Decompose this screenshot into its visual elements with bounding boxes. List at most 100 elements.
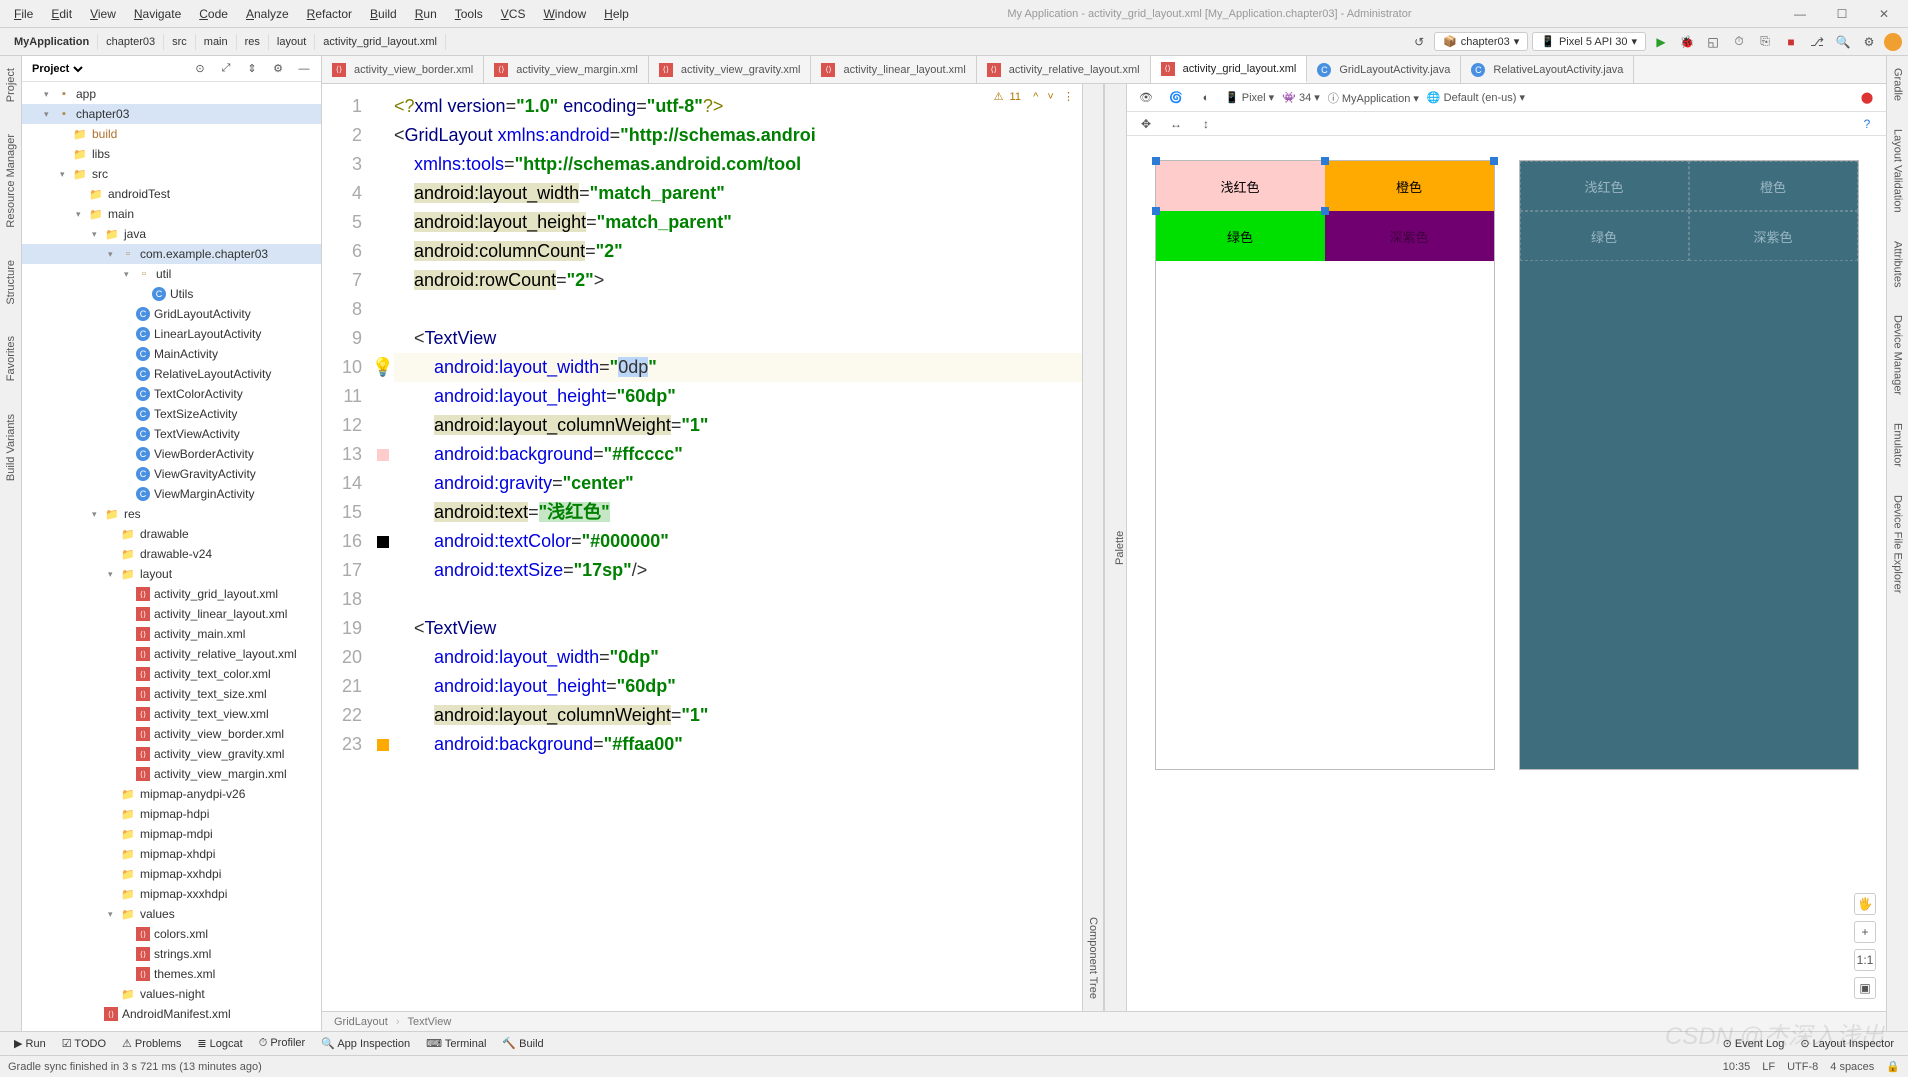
- bottom-tab-todo[interactable]: ☑ TODO: [54, 1035, 114, 1052]
- preview-cell[interactable]: 绿色: [1156, 211, 1325, 261]
- editor-tab[interactable]: ⟨⟩activity_view_border.xml: [322, 56, 484, 83]
- zoom-reset-button[interactable]: 1:1: [1854, 949, 1876, 971]
- bottom-tab-build[interactable]: 🔨 Build: [494, 1035, 551, 1052]
- tree-node[interactable]: ▾📁java: [22, 224, 321, 244]
- avatar-icon[interactable]: [1884, 33, 1902, 51]
- editor-tab[interactable]: CGridLayoutActivity.java: [1307, 56, 1461, 83]
- gear-icon[interactable]: ⚙: [267, 58, 289, 80]
- menu-vcs[interactable]: VCS: [493, 5, 534, 23]
- code-editor[interactable]: 1234567891011121314151617181920212223 💡 …: [322, 84, 1082, 1011]
- run-config-combo[interactable]: 📦 chapter03 ▾: [1434, 32, 1528, 51]
- close-button[interactable]: ✕: [1866, 2, 1902, 26]
- breadcrumb-item[interactable]: activity_grid_layout.xml: [315, 34, 446, 50]
- minimize-button[interactable]: —: [1782, 2, 1818, 26]
- tree-node[interactable]: ▾📁main: [22, 204, 321, 224]
- sync-icon[interactable]: ↺: [1408, 31, 1430, 53]
- editor-tab[interactable]: ⟨⟩activity_relative_layout.xml: [977, 56, 1151, 83]
- tree-node[interactable]: ⟨⟩activity_text_view.xml: [22, 704, 321, 724]
- pan-icon[interactable]: ✥: [1135, 113, 1157, 135]
- expand-icon[interactable]: ⤢: [215, 58, 237, 80]
- design-canvas[interactable]: 浅红色橙色绿色深紫色 浅红色橙色绿色深紫色: [1127, 136, 1886, 1011]
- menu-run[interactable]: Run: [407, 5, 445, 23]
- inspection-summary[interactable]: ⚠ 11 ^ ˅ ⋮: [994, 90, 1074, 103]
- menu-code[interactable]: Code: [191, 5, 236, 23]
- tree-node[interactable]: ⟨⟩themes.xml: [22, 964, 321, 984]
- menu-edit[interactable]: Edit: [43, 5, 80, 23]
- tree-node[interactable]: 📁mipmap-xxxhdpi: [22, 884, 321, 904]
- right-stripe-gradle[interactable]: Gradle: [1890, 62, 1906, 107]
- tree-node[interactable]: ▾▫util: [22, 264, 321, 284]
- bottom-tab-terminal[interactable]: ⌨ Terminal: [418, 1035, 494, 1052]
- breadcrumb-item[interactable]: res: [237, 34, 269, 50]
- menu-file[interactable]: File: [6, 5, 41, 23]
- tree-node[interactable]: CViewBorderActivity: [22, 444, 321, 464]
- tree-node[interactable]: ⟨⟩activity_text_color.xml: [22, 664, 321, 684]
- hide-icon[interactable]: —: [293, 58, 315, 80]
- settings-icon[interactable]: ⚙: [1858, 31, 1880, 53]
- tree-node[interactable]: ⟨⟩activity_text_size.xml: [22, 684, 321, 704]
- left-stripe-project[interactable]: Project: [3, 62, 19, 108]
- eye-icon[interactable]: 👁: [1135, 87, 1157, 109]
- editor-tab[interactable]: CRelativeLayoutActivity.java: [1461, 56, 1634, 83]
- collapse-icon[interactable]: ⇕: [241, 58, 263, 80]
- tree-node[interactable]: ▾▪chapter03: [22, 104, 321, 124]
- breadcrumb-item[interactable]: MyApplication: [6, 34, 98, 50]
- tree-node[interactable]: CTextSizeActivity: [22, 404, 321, 424]
- preview-cell[interactable]: 橙色: [1689, 161, 1858, 211]
- breadcrumb-item[interactable]: src: [164, 34, 196, 50]
- night-icon[interactable]: ◐: [1195, 87, 1217, 109]
- blueprint-device[interactable]: 浅红色橙色绿色深紫色: [1519, 160, 1859, 770]
- menu-help[interactable]: Help: [596, 5, 637, 23]
- profile-button[interactable]: ⏱: [1728, 31, 1750, 53]
- tree-node[interactable]: ▾📁src: [22, 164, 321, 184]
- editor-breadcrumb-item[interactable]: GridLayout: [334, 1016, 388, 1028]
- tree-node[interactable]: CViewGravityActivity: [22, 464, 321, 484]
- tree-node[interactable]: ⟨⟩activity_view_gravity.xml: [22, 744, 321, 764]
- bottom-tab-event-log[interactable]: ⊙ Event Log: [1715, 1035, 1793, 1052]
- tree-node[interactable]: ⟨⟩strings.xml: [22, 944, 321, 964]
- tree-node[interactable]: 📁build: [22, 124, 321, 144]
- tree-node[interactable]: ▾📁res: [22, 504, 321, 524]
- tree-node[interactable]: 📁values-night: [22, 984, 321, 1004]
- breadcrumb-item[interactable]: layout: [269, 34, 315, 50]
- locate-icon[interactable]: ⊙: [189, 58, 211, 80]
- tree-node[interactable]: CGridLayoutActivity: [22, 304, 321, 324]
- run-button[interactable]: ▶: [1650, 31, 1672, 53]
- zoom-in-button[interactable]: +: [1854, 921, 1876, 943]
- tree-node[interactable]: ⟨⟩colors.xml: [22, 924, 321, 944]
- tree-node[interactable]: 📁mipmap-anydpi-v26: [22, 784, 321, 804]
- warning-badge[interactable]: 🖐: [1854, 893, 1876, 915]
- tree-node[interactable]: ⟨⟩activity_main.xml: [22, 624, 321, 644]
- design-device[interactable]: 浅红色橙色绿色深紫色: [1155, 160, 1495, 770]
- tree-node[interactable]: ⟨⟩activity_linear_layout.xml: [22, 604, 321, 624]
- tree-node[interactable]: CRelativeLayoutActivity: [22, 364, 321, 384]
- tree-node[interactable]: ⟨⟩activity_view_margin.xml: [22, 764, 321, 784]
- preview-cell[interactable]: 深紫色: [1689, 211, 1858, 261]
- tree-node[interactable]: ▾▪app: [22, 84, 321, 104]
- right-stripe-device-manager[interactable]: Device Manager: [1890, 309, 1906, 401]
- breadcrumb-item[interactable]: chapter03: [98, 34, 164, 50]
- editor-tab[interactable]: ⟨⟩activity_view_margin.xml: [484, 56, 649, 83]
- bottom-tab-logcat[interactable]: ≣ Logcat: [189, 1035, 250, 1052]
- editor-tab[interactable]: ⟨⟩activity_linear_layout.xml: [811, 56, 976, 83]
- left-stripe-structure[interactable]: Structure: [3, 254, 19, 311]
- menu-build[interactable]: Build: [362, 5, 405, 23]
- project-tree[interactable]: ▾▪app▾▪chapter03📁build📁libs▾📁src📁android…: [22, 82, 321, 1031]
- maximize-button[interactable]: ☐: [1824, 2, 1860, 26]
- menu-analyze[interactable]: Analyze: [238, 5, 297, 23]
- tree-node[interactable]: ⟨⟩AndroidManifest.xml: [22, 1004, 321, 1024]
- menu-window[interactable]: Window: [535, 5, 594, 23]
- menu-navigate[interactable]: Navigate: [126, 5, 189, 23]
- tree-node[interactable]: 📁mipmap-hdpi: [22, 804, 321, 824]
- editor-tab[interactable]: ⟨⟩activity_grid_layout.xml: [1151, 56, 1308, 83]
- bottom-tab-app-inspection[interactable]: 🔍 App Inspection: [313, 1035, 418, 1052]
- menu-tools[interactable]: Tools: [447, 5, 491, 23]
- tree-node[interactable]: 📁drawable-v24: [22, 544, 321, 564]
- tree-node[interactable]: ▾▫com.example.chapter03: [22, 244, 321, 264]
- left-stripe-resource-manager[interactable]: Resource Manager: [3, 128, 19, 234]
- bottom-tab-run[interactable]: ▶ Run: [6, 1035, 54, 1052]
- menu-refactor[interactable]: Refactor: [299, 5, 360, 23]
- preview-cell[interactable]: 橙色: [1325, 161, 1494, 211]
- tree-node[interactable]: CTextColorActivity: [22, 384, 321, 404]
- palette-stripe[interactable]: Palette: [1104, 84, 1126, 1011]
